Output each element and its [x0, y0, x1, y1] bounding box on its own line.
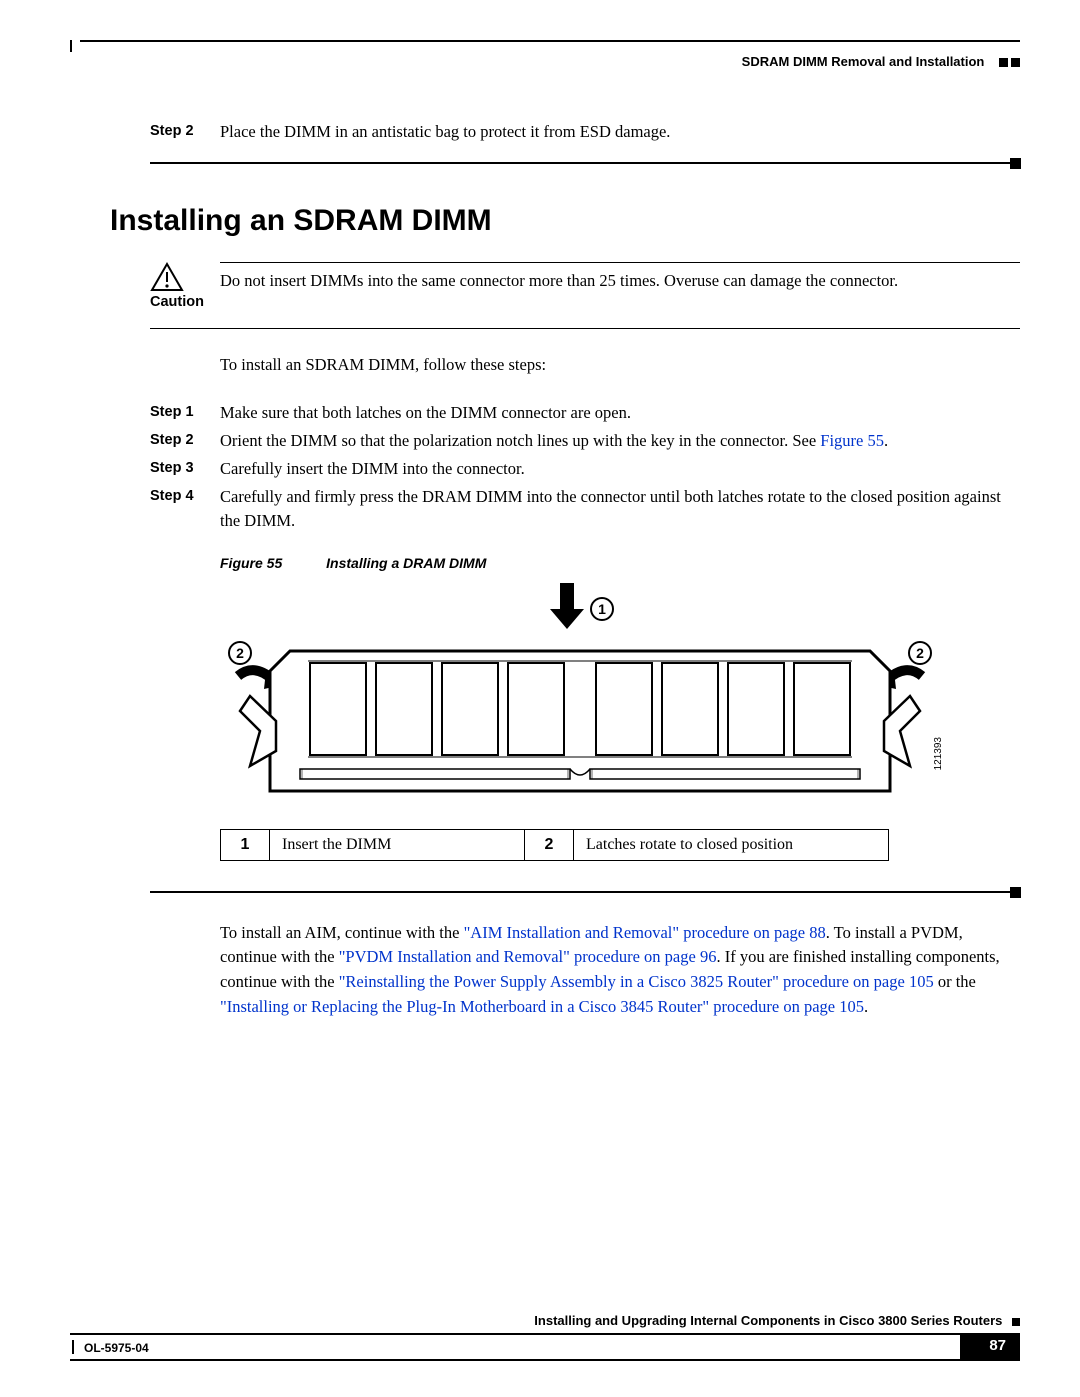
xref-link-aim[interactable]: "AIM Installation and Removal" procedure… — [464, 923, 826, 942]
footer-doc-number: OL-5975-04 — [84, 1341, 149, 1355]
footer-page-number: 87 — [989, 1337, 1006, 1354]
footer-ornament-icon — [1010, 1314, 1020, 1329]
caution-triangle-icon — [150, 262, 184, 292]
step-label: Step 3 — [150, 457, 220, 481]
step-row: Step 1 Make sure that both latches on th… — [150, 401, 1020, 425]
legend-num: 1 — [221, 829, 270, 860]
legend-text: Latches rotate to closed position — [574, 829, 889, 860]
caution-text: Do not insert DIMMs into the same connec… — [220, 262, 1020, 291]
section-end-rule — [150, 891, 1020, 893]
xref-link-motherboard-3845[interactable]: "Installing or Replacing the Plug-In Mot… — [220, 997, 864, 1016]
xref-link-psu-3825[interactable]: "Reinstalling the Power Supply Assembly … — [339, 972, 934, 991]
continue-text: . — [864, 997, 868, 1016]
step-row: Step 2 Orient the DIMM so that the polar… — [150, 429, 1020, 453]
prev-step-row: Step 2 Place the DIMM in an antistatic b… — [150, 120, 1020, 144]
step-text: Carefully and firmly press the DRAM DIMM… — [220, 485, 1020, 533]
step-text-post: . — [884, 431, 888, 450]
continuation-paragraph: To install an AIM, continue with the "AI… — [220, 921, 1020, 1020]
figure-title: Installing a DRAM DIMM — [326, 555, 486, 571]
callout-1: 1 — [598, 601, 606, 617]
figure-caption: Figure 55 Installing a DRAM DIMM — [220, 555, 1020, 571]
callout-2-left: 2 — [236, 645, 244, 661]
caution-bottom-rule — [150, 328, 1020, 329]
footer-book-title: Installing and Upgrading Internal Compon… — [70, 1313, 1020, 1329]
step-text-pre: Orient the DIMM so that the polarization… — [220, 431, 820, 450]
legend-text: Insert the DIMM — [270, 829, 525, 860]
dimm-illustration: 1 2 2 — [220, 581, 940, 811]
footer-bar: OL-5975-04 87 — [70, 1333, 1020, 1361]
step-text: Orient the DIMM so that the polarization… — [220, 429, 1020, 453]
step-row: Step 4 Carefully and firmly press the DR… — [150, 485, 1020, 533]
figure-art-number: 121393 — [933, 737, 944, 770]
step-label: Step 4 — [150, 485, 220, 533]
footer-bar-inner: OL-5975-04 — [70, 1333, 960, 1361]
step-text: Make sure that both latches on the DIMM … — [220, 401, 1020, 425]
header-ornament-icon — [996, 55, 1020, 70]
step-row: Step 3 Carefully insert the DIMM into th… — [150, 457, 1020, 481]
intro-text: To install an SDRAM DIMM, follow these s… — [220, 355, 1020, 375]
running-header-text: SDRAM DIMM Removal and Installation — [742, 54, 985, 69]
table-row: 1 Insert the DIMM 2 Latches rotate to cl… — [221, 829, 889, 860]
caution-icon-column: Caution — [150, 262, 220, 310]
section-heading: Installing an SDRAM DIMM — [110, 204, 1020, 238]
page-footer: Installing and Upgrading Internal Compon… — [70, 1313, 1020, 1361]
step-label: Step 2 — [150, 429, 220, 453]
running-header: SDRAM DIMM Removal and Installation — [70, 54, 1020, 70]
step-label: Step 2 — [150, 120, 220, 144]
callout-2-right: 2 — [916, 645, 924, 661]
page: SDRAM DIMM Removal and Installation Step… — [0, 0, 1080, 1397]
figure-legend-table: 1 Insert the DIMM 2 Latches rotate to cl… — [220, 829, 889, 861]
figure-xref-link[interactable]: Figure 55 — [820, 431, 884, 450]
caution-block: Caution Do not insert DIMMs into the sam… — [150, 262, 1020, 310]
step-label: Step 1 — [150, 401, 220, 425]
procedure-end-rule — [150, 162, 1020, 164]
figure-label: Figure 55 — [220, 555, 282, 571]
caution-label: Caution — [150, 294, 220, 310]
step-text: Carefully insert the DIMM into the conne… — [220, 457, 1020, 481]
top-rule — [80, 40, 1020, 42]
figure: 1 2 2 — [220, 581, 940, 811]
continue-text: or the — [934, 972, 976, 991]
legend-num: 2 — [525, 829, 574, 860]
step-text: Place the DIMM in an antistatic bag to p… — [220, 120, 1020, 144]
continue-text: To install an AIM, continue with the — [220, 923, 464, 942]
xref-link-pvdm[interactable]: "PVDM Installation and Removal" procedur… — [339, 947, 717, 966]
